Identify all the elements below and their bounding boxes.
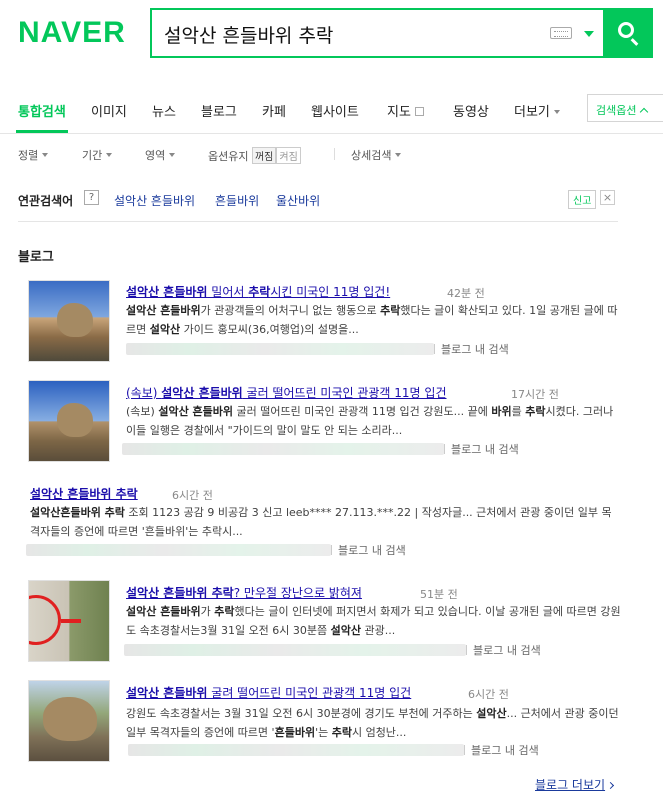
- result-time: 6시간 전: [468, 688, 509, 701]
- search-button[interactable]: [605, 8, 653, 58]
- report-button[interactable]: 신고: [568, 190, 597, 209]
- result-thumbnail[interactable]: [28, 380, 110, 462]
- header: NAVER: [0, 0, 663, 84]
- result-title-link[interactable]: (속보) 설악산 흔들바위 굴러 떨어뜨린 미국인 관광객 11명 입건: [126, 384, 447, 401]
- blog-inner-search-link[interactable]: 블로그 내 검색: [464, 742, 539, 758]
- rock-image: [57, 303, 93, 337]
- period-label: 기간: [82, 149, 103, 162]
- result-time: 17시간 전: [511, 388, 559, 401]
- blog-more-label: 블로그 더보기: [535, 778, 606, 792]
- blog-inner-search-link[interactable]: 블로그 내 검색: [466, 642, 541, 658]
- tab-map-label: 지도: [387, 105, 411, 120]
- related-searches-title: 연관검색어: [18, 194, 74, 208]
- related-item[interactable]: 설악산 흔들바위: [114, 192, 195, 209]
- close-icon[interactable]: ×: [600, 190, 615, 205]
- chevron-right-icon: [607, 781, 615, 790]
- autocomplete-toggle-icon[interactable]: [584, 31, 594, 37]
- blog-source-blurred[interactable]: [122, 443, 444, 455]
- result-title-link[interactable]: 설악산 흔들바위 밀어서 추락시킨 미국인 11명 입건!: [126, 283, 390, 300]
- chevron-down-icon: [106, 153, 113, 157]
- keyboard-icon[interactable]: [550, 27, 572, 39]
- result-description: 설악산 흔들바위가 추락했다는 글이 인터넷에 퍼지면서 화제가 되고 있습니다…: [126, 605, 621, 637]
- blog-source-blurred[interactable]: [126, 343, 434, 355]
- tab-more[interactable]: 더보기: [514, 101, 560, 120]
- chevron-up-icon: [640, 107, 649, 117]
- blog-inner-search-link[interactable]: 블로그 내 검색: [444, 441, 519, 457]
- keep-option-off-button[interactable]: 꺼짐: [251, 147, 277, 164]
- blog-inner-search-link[interactable]: 블로그 내 검색: [331, 542, 406, 558]
- blog-source-blurred[interactable]: [26, 544, 331, 556]
- related-searches: 연관검색어 ? 설악산 흔들바위 흔들바위 울산바위 신고 ×: [18, 186, 618, 222]
- red-arrow-marker: [61, 619, 81, 623]
- red-circle-marker: [29, 595, 61, 645]
- result-thumbnail[interactable]: [28, 680, 110, 762]
- tab-images[interactable]: 이미지: [91, 101, 127, 120]
- area-filter[interactable]: 영역: [145, 147, 176, 163]
- blog-source-blurred[interactable]: [128, 744, 464, 756]
- tab-integrated[interactable]: 통합검색: [18, 101, 66, 120]
- blog-section-title: 블로그: [18, 250, 54, 265]
- result-description: 설악산 흔들바위가 관광객들의 어처구니 없는 행동으로 추락했다는 글이 확산…: [126, 304, 618, 336]
- result-time: 51분 전: [420, 588, 458, 601]
- tab-news[interactable]: 뉴스: [152, 101, 176, 120]
- result-description: (속보) 설악산 흔들바위 굴러 떨어뜨린 미국인 관광객 11명 입건 강원도…: [126, 405, 614, 437]
- result-title-link[interactable]: 설악산 흔들바위 굴려 떨어뜨린 미국인 관광객 11명 입건: [126, 684, 411, 701]
- tab-cafe[interactable]: 카페: [262, 101, 286, 120]
- result-description: 강원도 속초경찰서는 3월 31일 오전 6시 30분경에 경기도 부천에 거주…: [126, 707, 619, 739]
- blog-more-link[interactable]: 블로그 더보기: [535, 776, 615, 793]
- period-filter[interactable]: 기간: [82, 147, 113, 163]
- sort-label: 정렬: [18, 149, 39, 162]
- map-window-icon: [414, 107, 424, 116]
- tab-website[interactable]: 웹사이트: [311, 101, 359, 120]
- result-thumbnail[interactable]: [28, 280, 110, 362]
- keep-option: 옵션유지 꺼짐 켜짐: [208, 147, 301, 164]
- tab-map[interactable]: 지도: [387, 101, 424, 120]
- divider: [334, 148, 335, 160]
- search-box: [150, 8, 605, 58]
- result-time: 42분 전: [447, 287, 485, 300]
- related-item[interactable]: 흔들바위: [215, 192, 259, 209]
- search-tabs: 통합검색 이미지 뉴스 블로그 카페 웹사이트 지도 동영상 더보기 검색옵션: [0, 84, 663, 134]
- search-options-label: 검색옵션: [596, 104, 637, 117]
- keep-option-on-button[interactable]: 켜짐: [276, 147, 301, 164]
- chevron-down-icon: [553, 110, 560, 114]
- result-title-link[interactable]: 설악산 흔들바위 추락? 만우절 장난으로 밝혀져: [126, 584, 362, 601]
- search-options-button[interactable]: 검색옵션: [587, 94, 663, 122]
- area-label: 영역: [145, 149, 166, 162]
- filter-bar: 정렬 기간 영역 옵션유지 꺼짐 켜짐 상세검색: [0, 134, 663, 174]
- keep-option-label: 옵션유지: [208, 150, 249, 163]
- help-icon[interactable]: ?: [84, 190, 99, 205]
- search-icon: [618, 22, 634, 38]
- chevron-down-icon: [42, 153, 49, 157]
- detail-search-label: 상세검색: [351, 149, 392, 162]
- tab-more-label: 더보기: [514, 105, 550, 120]
- active-tab-indicator: [16, 130, 68, 133]
- rock-image: [57, 403, 93, 437]
- result-description: 설악산흔들바위 추락 조회 1123 공감 9 비공감 3 신고 leeb***…: [30, 506, 612, 538]
- sort-filter[interactable]: 정렬: [18, 147, 49, 163]
- naver-logo[interactable]: NAVER: [18, 16, 126, 50]
- tab-blog[interactable]: 블로그: [201, 101, 237, 120]
- chevron-down-icon: [169, 153, 176, 157]
- chevron-down-icon: [395, 153, 402, 157]
- blog-inner-search-link[interactable]: 블로그 내 검색: [434, 341, 509, 357]
- tab-video[interactable]: 동영상: [453, 101, 489, 120]
- search-input[interactable]: [164, 20, 534, 48]
- result-title-link[interactable]: 설악산 흔들바위 추락: [30, 485, 138, 502]
- rock-image: [43, 697, 97, 741]
- detail-search-filter[interactable]: 상세검색: [351, 147, 402, 163]
- blog-source-blurred[interactable]: [124, 644, 466, 656]
- related-item[interactable]: 울산바위: [276, 192, 320, 209]
- result-thumbnail[interactable]: [28, 580, 110, 662]
- result-time: 6시간 전: [172, 489, 213, 502]
